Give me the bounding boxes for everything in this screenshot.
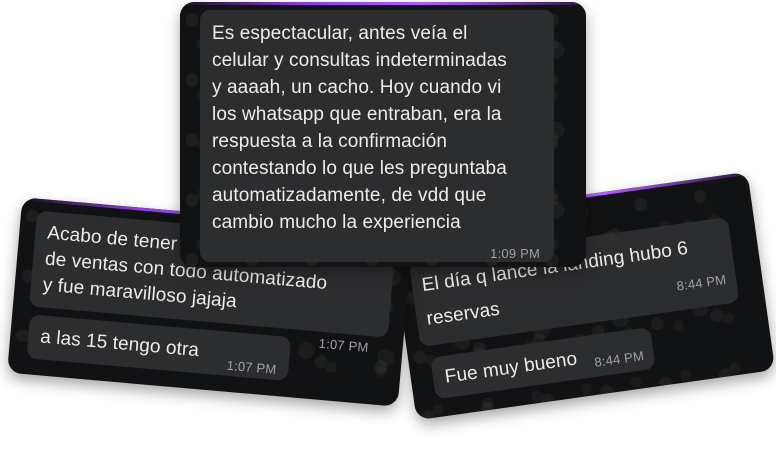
message-line: y aaaah, un cacho. Hoy cuando vi: [212, 77, 502, 98]
message-line: los whatsapp que entraban, era la: [212, 104, 502, 125]
message-line: celular y consultas indeterminadas: [212, 50, 507, 71]
message-line: Es espectacular, antes veía el: [212, 23, 468, 44]
message-time: 1:07 PM: [226, 357, 278, 378]
message-line: automatizadamente, de vdd que: [212, 185, 487, 206]
message-line: cambio mucho la experiencia: [212, 212, 461, 233]
message-text: a las 15 tengo otra: [39, 326, 200, 362]
message-line: contestando lo que les preguntaba: [212, 158, 507, 179]
message-line: respuesta a la confirmación: [212, 131, 448, 152]
message-time: 8:44 PM: [593, 348, 645, 370]
chat-screenshot-top: Es espectacular, antes veía el celular y…: [180, 2, 586, 267]
testimonial-collage: El día q lance la landing hubo 6 reserva…: [0, 0, 776, 457]
message-time: 1:09 PM: [490, 246, 540, 261]
message-line: reservas: [425, 298, 502, 330]
message-bubble: Es espectacular, antes veía el celular y…: [200, 10, 554, 262]
message-time: 8:44 PM: [675, 271, 728, 294]
